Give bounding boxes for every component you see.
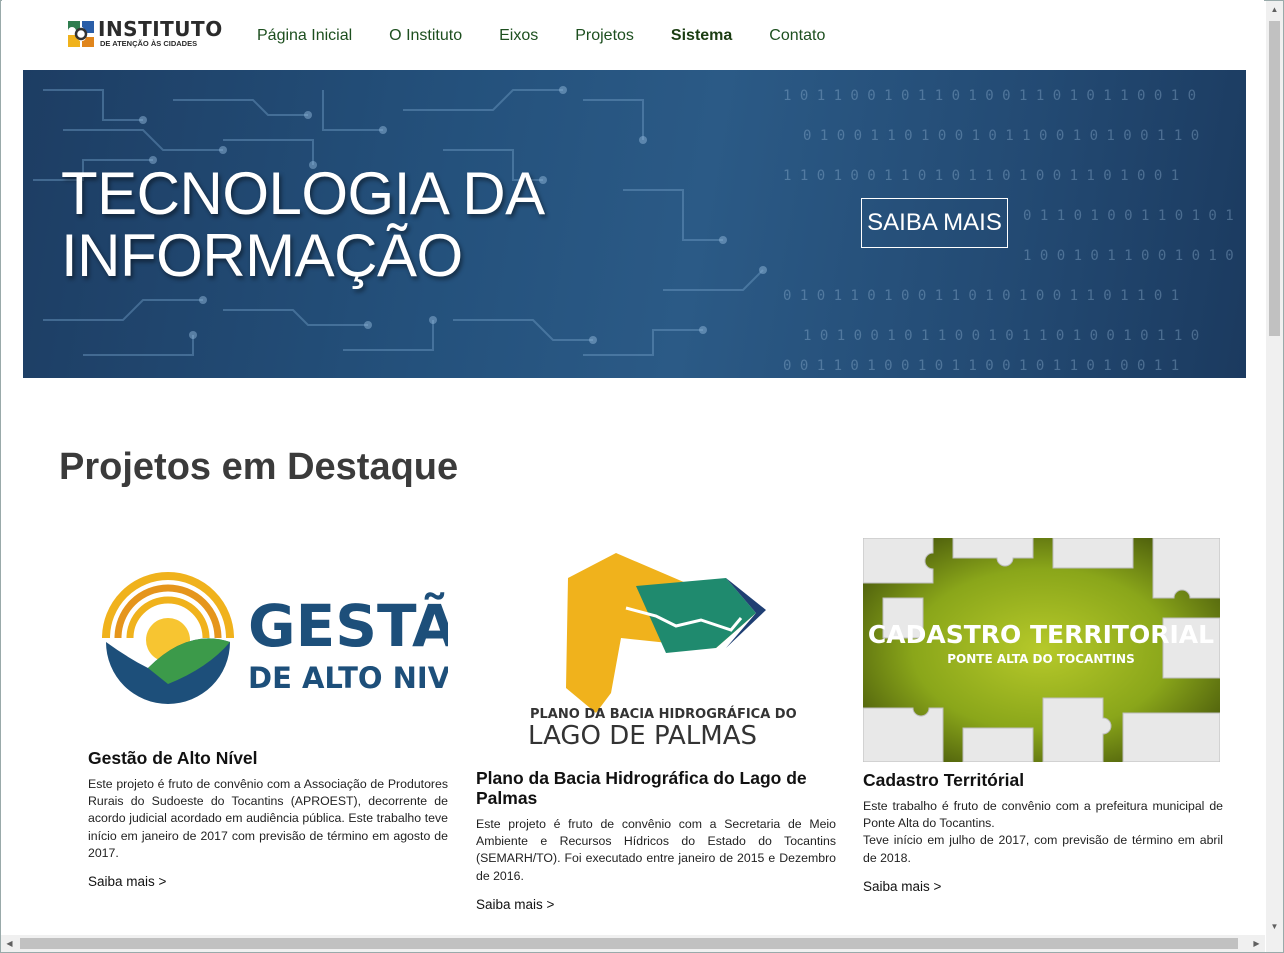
card-description: Este trabalho é fruto de convênio com a … <box>863 799 1223 865</box>
card-title[interactable]: Gestão de Alto Nível <box>88 748 448 768</box>
saiba-mais-link[interactable]: Saiba mais > <box>88 874 166 889</box>
site-header: INSTITUTO DE ATENÇÃO ÀS CIDADES Página I… <box>2 0 1264 70</box>
svg-text:1 0 1 1 0 0 1 0 1 1 0 1 0 0 1: 1 0 1 1 0 0 1 0 1 1 0 1 0 0 1 1 0 1 0 1 … <box>783 88 1196 104</box>
gestao-logo-line2: DE ALTO NIVEL <box>248 661 448 695</box>
gestao-logo[interactable]: GESTÃO DE ALTO NIVEL <box>88 538 506 748</box>
gestao-emblem-icon: GESTÃO DE ALTO NIVEL <box>102 572 506 704</box>
card-description: Este projeto é fruto de convênio com a S… <box>476 817 836 883</box>
nav-item-pagina-inicial[interactable]: Página Inicial <box>257 27 352 45</box>
cadastro-logo-line1: CADASTRO TERRITORIAL <box>868 620 1214 649</box>
scroll-left-arrow-icon[interactable]: ◀ <box>1 935 18 952</box>
card-description: Este projeto é fruto de convênio com a A… <box>88 777 448 860</box>
saiba-mais-banner-button[interactable]: SAIBA MAIS <box>861 198 1008 248</box>
nav-item-contato[interactable]: Contato <box>769 27 825 45</box>
saiba-mais-link[interactable]: Saiba mais > <box>863 879 941 894</box>
card-title[interactable]: Plano da Bacia Hidrográfica do Lago de P… <box>476 768 836 808</box>
logo-title: INSTITUTO <box>98 17 223 41</box>
palmas-emblem-icon: PLANO DA BACIA HIDROGRÁFICA DO LAGO DE P… <box>528 553 797 751</box>
svg-text:0 0 1 1 0 1 0 0 1 0 1 1 0 0 1: 0 0 1 1 0 1 0 0 1 0 1 1 0 0 1 0 1 1 0 1 … <box>783 358 1179 374</box>
cadastro-logo-line2: PONTE ALTA DO TOCANTINS <box>947 652 1134 666</box>
svg-text:0 1 1 0 1 0 0 1 1 0 1 0 1: 0 1 1 0 1 0 0 1 1 0 1 0 1 <box>1023 208 1234 224</box>
project-card-palmas: PLANO DA BACIA HIDROGRÁFICA DO LAGO DE P… <box>476 538 836 914</box>
palmas-logo-line2: LAGO DE PALMAS <box>528 721 757 751</box>
horizontal-scrollbar[interactable]: ◀ ▶ <box>1 935 1265 952</box>
card-title[interactable]: Cadastro Territórial <box>863 770 1223 790</box>
nav-item-sistema[interactable]: Sistema <box>671 27 732 45</box>
scroll-right-arrow-icon[interactable]: ▶ <box>1248 935 1265 952</box>
nav-item-eixos[interactable]: Eixos <box>499 27 538 45</box>
main-nav: Página Inicial O Instituto Eixos Projeto… <box>257 27 862 45</box>
svg-text:0 1 0 1 1 0 1 0 0 1 1 0 1 0 1: 0 1 0 1 1 0 1 0 0 1 1 0 1 0 1 0 0 1 1 0 … <box>783 288 1179 304</box>
scrollbar-corner <box>1266 935 1283 952</box>
nav-item-o-instituto[interactable]: O Instituto <box>389 27 462 45</box>
hero-banner: 1 0 1 1 0 0 1 0 1 1 0 1 0 0 1 1 0 1 0 1 … <box>23 70 1246 378</box>
saiba-mais-link[interactable]: Saiba mais > <box>476 897 554 912</box>
vertical-scroll-thumb[interactable] <box>1269 21 1280 336</box>
palmas-logo[interactable]: PLANO DA BACIA HIDROGRÁFICA DO LAGO DE P… <box>476 538 831 768</box>
palmas-logo-line1: PLANO DA BACIA HIDROGRÁFICA DO <box>530 706 797 722</box>
svg-text:1 1 0 1 0 0 1 1 0 1 0 1 1 0 1: 1 1 0 1 0 0 1 1 0 1 0 1 1 0 1 0 0 1 1 0 … <box>783 168 1179 184</box>
nav-item-projetos[interactable]: Projetos <box>575 27 634 45</box>
project-card-gestao: GESTÃO DE ALTO NIVEL Gestão de Alto Níve… <box>88 538 506 891</box>
cadastro-image[interactable]: CADASTRO TERRITORIAL PONTE ALTA DO TOCAN… <box>862 537 1221 770</box>
logo-mark-icon <box>68 21 94 47</box>
svg-text:1 0 0 1 0 1 1 0 0 1 0 1 0: 1 0 0 1 0 1 1 0 0 1 0 1 0 <box>1023 248 1234 264</box>
vertical-scrollbar[interactable]: ▲ ▼ <box>1266 1 1283 935</box>
horizontal-scroll-thumb[interactable] <box>20 938 1238 949</box>
svg-text:0 1 0 0 1 1 0 1 0 0 1 0 1 1 0: 0 1 0 0 1 1 0 1 0 0 1 0 1 1 0 0 1 0 1 0 … <box>803 128 1199 144</box>
puzzle-image-icon: CADASTRO TERRITORIAL PONTE ALTA DO TOCAN… <box>862 537 1221 763</box>
section-title: Projetos em Destaque <box>59 446 459 488</box>
scroll-up-arrow-icon[interactable]: ▲ <box>1266 1 1283 18</box>
svg-text:1 0 1 0 0 1 0 1 1 0 0 1 0 1 1: 1 0 1 0 0 1 0 1 1 0 0 1 0 1 1 0 1 0 0 1 … <box>803 328 1199 344</box>
banner-title: TECNOLOGIA DA INFORMAÇÃO <box>61 160 545 289</box>
logo-subtitle: DE ATENÇÃO ÀS CIDADES <box>100 39 198 48</box>
gestao-logo-line1: GESTÃO <box>248 591 448 660</box>
site-logo[interactable]: INSTITUTO DE ATENÇÃO ÀS CIDADES <box>64 17 222 53</box>
scroll-down-arrow-icon[interactable]: ▼ <box>1266 918 1283 935</box>
project-card-cadastro: CADASTRO TERRITORIAL PONTE ALTA DO TOCAN… <box>862 537 1223 896</box>
